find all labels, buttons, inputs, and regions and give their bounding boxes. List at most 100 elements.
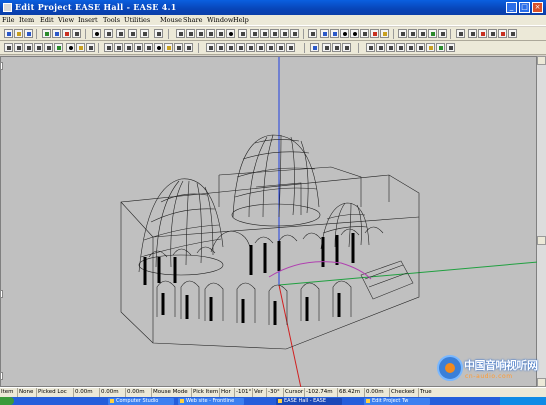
tool-b-icon[interactable] <box>376 43 385 52</box>
split-icon[interactable] <box>134 43 143 52</box>
tool-h-icon[interactable] <box>436 43 445 52</box>
tool-g-icon[interactable] <box>426 43 435 52</box>
lock-icon[interactable] <box>478 29 487 38</box>
refresh-icon[interactable] <box>342 43 351 52</box>
viewport-3d[interactable] <box>0 56 539 389</box>
cancel-icon[interactable] <box>4 43 13 52</box>
tool-a-icon[interactable] <box>366 43 375 52</box>
extrude-icon[interactable] <box>124 43 133 52</box>
menu-item[interactable]: Item <box>19 16 34 24</box>
menu-view[interactable]: View <box>58 16 74 24</box>
properties-icon[interactable] <box>508 29 517 38</box>
view-icon[interactable] <box>52 29 61 38</box>
menu-edit[interactable]: Edit <box>40 16 54 24</box>
lamp-icon[interactable] <box>164 43 173 52</box>
zoom-window-icon[interactable] <box>154 29 163 38</box>
view-back-icon[interactable] <box>206 29 215 38</box>
taskbar-item-web-site[interactable]: Web site - Frontline <box>178 398 244 405</box>
print-icon[interactable] <box>488 29 497 38</box>
light-icon[interactable] <box>370 29 379 38</box>
mirror-icon[interactable] <box>114 43 123 52</box>
join-icon[interactable] <box>144 43 153 52</box>
camera-icon[interactable] <box>360 29 369 38</box>
menu-utilities[interactable]: Utilities <box>124 16 150 24</box>
align-g-icon[interactable] <box>266 43 275 52</box>
rotate-icon[interactable] <box>116 29 125 38</box>
maximize-button[interactable]: □ <box>519 2 530 13</box>
seat-icon[interactable] <box>154 43 163 52</box>
solid-icon[interactable] <box>250 29 259 38</box>
layer-icon[interactable] <box>42 29 51 38</box>
vertex-icon[interactable] <box>14 43 23 52</box>
minimize-button[interactable]: _ <box>506 2 517 13</box>
snap-icon[interactable] <box>104 43 113 52</box>
align-f-icon[interactable] <box>256 43 265 52</box>
filter-e-icon[interactable] <box>438 29 447 38</box>
start-button[interactable] <box>0 397 14 405</box>
group-icon[interactable] <box>174 43 183 52</box>
material-icon[interactable] <box>54 43 63 52</box>
close-button[interactable]: × <box>532 2 543 13</box>
audience-icon[interactable] <box>86 43 95 52</box>
view-bottom-icon[interactable] <box>216 29 225 38</box>
pan-icon[interactable] <box>128 29 137 38</box>
wall-icon[interactable] <box>44 43 53 52</box>
taskbar-item-edit-project[interactable]: Edit Project Tw <box>364 398 430 405</box>
menu-tools[interactable]: Tools <box>103 16 120 24</box>
vertices-icon[interactable] <box>290 29 299 38</box>
face-icon[interactable] <box>34 43 43 52</box>
menu-mouse[interactable]: Mouse <box>160 16 182 24</box>
new-icon[interactable] <box>4 29 13 38</box>
align-a-icon[interactable] <box>206 43 215 52</box>
vertical-scrollbar[interactable] <box>537 56 546 387</box>
scroll-thumb[interactable] <box>537 236 546 245</box>
bulb-icon[interactable] <box>76 43 85 52</box>
filter-a-icon[interactable] <box>398 29 407 38</box>
save-icon[interactable] <box>24 29 33 38</box>
tool-e-icon[interactable] <box>406 43 415 52</box>
filter-b-icon[interactable] <box>408 29 417 38</box>
align-b-icon[interactable] <box>216 43 225 52</box>
view-side-icon[interactable] <box>196 29 205 38</box>
render-icon[interactable] <box>62 29 71 38</box>
speaker-icon[interactable] <box>340 29 349 38</box>
filter-c-icon[interactable] <box>418 29 427 38</box>
menu-help[interactable]: Help <box>233 16 249 24</box>
align-c-icon[interactable] <box>226 43 235 52</box>
menu-share[interactable]: Share <box>183 16 202 24</box>
back-icon[interactable] <box>456 29 465 38</box>
tool-c-icon[interactable] <box>386 43 395 52</box>
undo-icon[interactable] <box>322 43 331 52</box>
align-e-icon[interactable] <box>246 43 255 52</box>
menu-insert[interactable]: Insert <box>78 16 98 24</box>
calc-icon[interactable] <box>310 43 319 52</box>
forward-icon[interactable] <box>468 29 477 38</box>
speaker-place-icon[interactable] <box>66 43 75 52</box>
arrow-left-icon[interactable] <box>320 29 329 38</box>
align-i-icon[interactable] <box>286 43 295 52</box>
ungroup-icon[interactable] <box>184 43 193 52</box>
tool-d-icon[interactable] <box>396 43 405 52</box>
align-d-icon[interactable] <box>236 43 245 52</box>
taskbar-item-computer-studio[interactable]: Computer Studio <box>108 398 174 405</box>
taskbar-item-ease-hall[interactable]: EASE Hall - EASE <box>276 398 342 405</box>
pointer-icon[interactable] <box>92 29 101 38</box>
table-icon[interactable] <box>308 29 317 38</box>
view-front-icon[interactable] <box>186 29 195 38</box>
zoom-extents-icon[interactable] <box>140 29 149 38</box>
app-icon[interactable] <box>3 3 12 12</box>
align-h-icon[interactable] <box>276 43 285 52</box>
menu-file[interactable]: File <box>2 16 15 24</box>
view-perspective-icon[interactable] <box>226 29 235 38</box>
filter-d-icon[interactable] <box>428 29 437 38</box>
scroll-up-icon[interactable] <box>537 56 546 65</box>
grid-icon[interactable] <box>72 29 81 38</box>
tool-i-icon[interactable] <box>446 43 455 52</box>
arrow-right-icon[interactable] <box>330 29 339 38</box>
redo-icon[interactable] <box>332 43 341 52</box>
tool-f-icon[interactable] <box>416 43 425 52</box>
edge-icon[interactable] <box>24 43 33 52</box>
down-icon[interactable] <box>350 29 359 38</box>
cross-icon[interactable] <box>380 29 389 38</box>
view-top-icon[interactable] <box>176 29 185 38</box>
